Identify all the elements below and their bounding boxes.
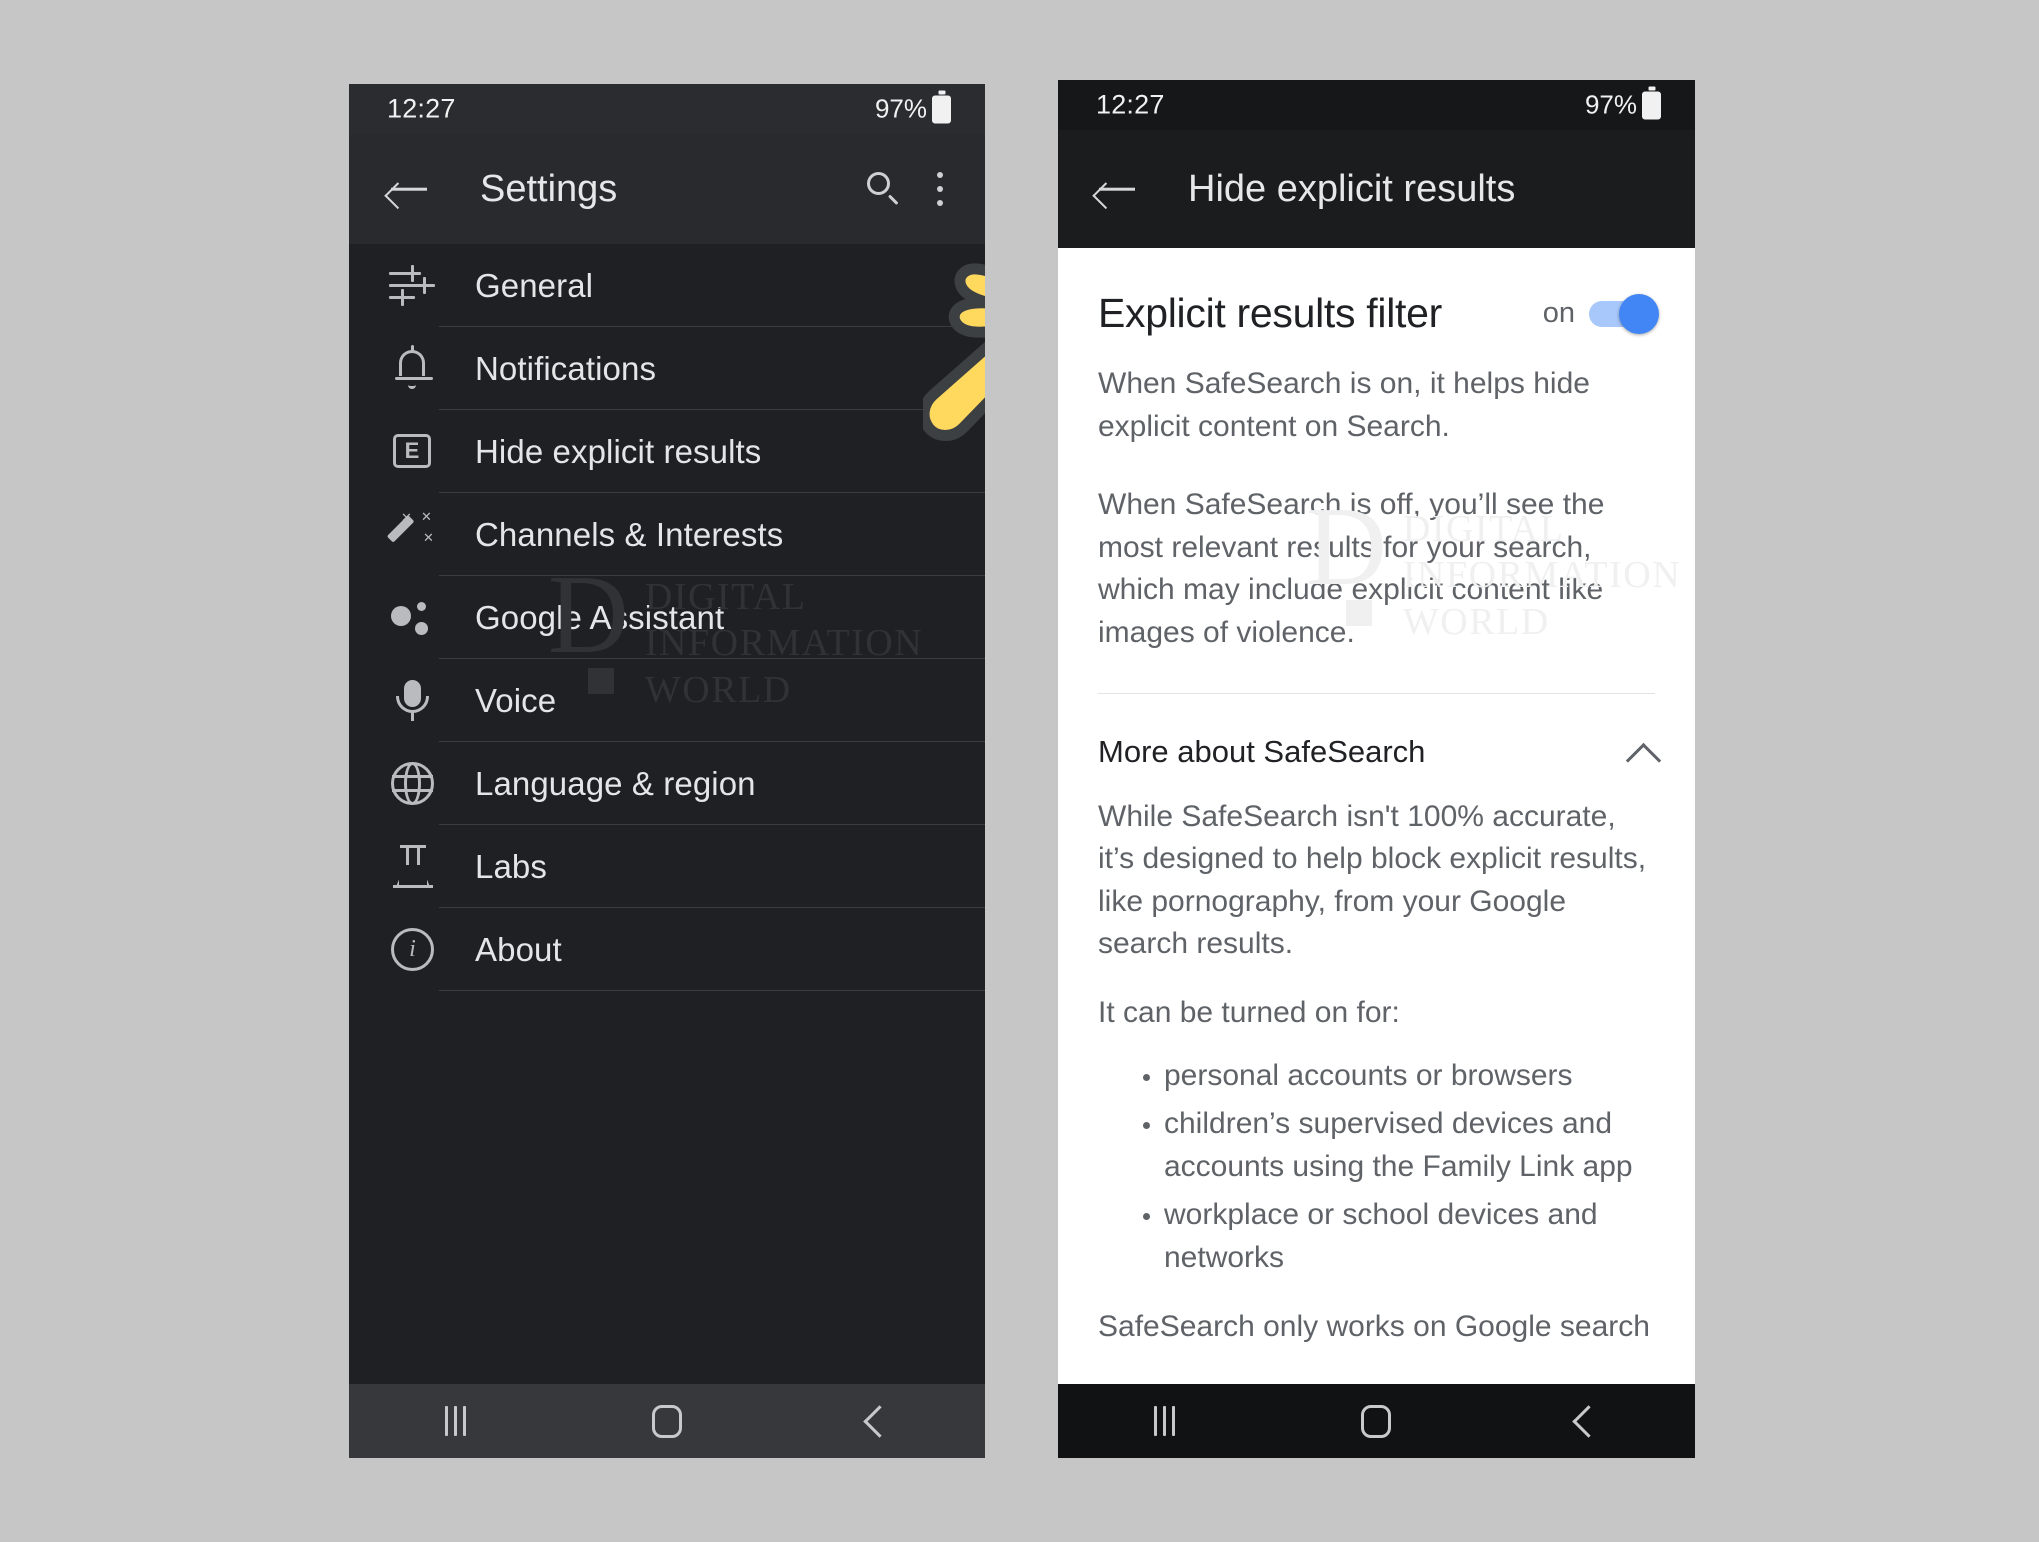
android-navigation-bar: [349, 1384, 985, 1458]
more-about-body: While SafeSearch isn't 100% accurate, it…: [1098, 799, 1647, 961]
phone-left-settings-screen: 12:27 97% Settings General Notifications…: [349, 84, 985, 1458]
list-intro: It can be turned on for:: [1098, 995, 1400, 1029]
settings-detail-content: Explicit results filter on When SafeSear…: [1058, 248, 1695, 1384]
sidebar-item-labs[interactable]: Labs: [349, 825, 985, 908]
sidebar-item-label: Voice: [475, 681, 557, 719]
globe-icon: [387, 758, 439, 810]
sidebar-item-label: Language & region: [475, 764, 756, 802]
recents-icon: [444, 1406, 466, 1436]
screenshot-stage: 12:27 97% Settings General Notifications…: [0, 0, 2039, 1542]
app-bar-actions: [867, 172, 945, 206]
android-navigation-bar: [1058, 1384, 1695, 1458]
status-right-cluster: 97%: [1585, 90, 1661, 121]
sidebar-item-hide-explicit-results[interactable]: E Hide explicit results: [349, 410, 985, 493]
sidebar-item-label: Google Assistant: [475, 598, 725, 636]
sidebar-item-google-assistant[interactable]: Google Assistant: [349, 576, 985, 659]
back-button[interactable]: [773, 1404, 985, 1438]
flask-icon: [387, 841, 439, 893]
battery-full-icon: [932, 95, 951, 123]
sidebar-item-label: Labs: [475, 847, 547, 885]
sidebar-item-label: Channels & Interests: [475, 515, 784, 553]
sidebar-item-about[interactable]: i About: [349, 908, 985, 991]
safesearch-usage-list: personal accounts or browsers children’s…: [1098, 1055, 1655, 1280]
app-bar: Settings: [349, 134, 985, 244]
explicit-results-filter-row: Explicit results filter on: [1098, 290, 1659, 337]
battery-percent: 97%: [1584, 89, 1637, 120]
recents-icon: [1153, 1406, 1175, 1436]
sidebar-item-label: Notifications: [475, 349, 657, 387]
search-icon[interactable]: [867, 172, 901, 206]
description-paragraph-2: When SafeSearch is off, you’ll see the m…: [1098, 488, 1605, 649]
sidebar-item-label: Hide explicit results: [475, 432, 762, 470]
more-vertical-icon[interactable]: [937, 172, 945, 206]
back-button[interactable]: [1483, 1404, 1695, 1438]
home-icon: [652, 1404, 682, 1438]
page-title: Hide explicit results: [1188, 167, 1516, 210]
page-title: Settings: [480, 167, 618, 210]
status-bar: 12:27 97%: [1058, 80, 1695, 130]
magic-wand-icon: ✕ ✕ ✕: [386, 509, 439, 561]
more-about-safesearch-title: More about SafeSearch: [1098, 733, 1426, 769]
chevron-up-icon[interactable]: [1629, 739, 1655, 765]
back-arrow-icon[interactable]: [386, 166, 432, 212]
explicit-e-icon: E: [387, 426, 439, 478]
back-icon: [1572, 1404, 1606, 1438]
section-divider: [1098, 692, 1655, 694]
toggle-knob: [1619, 293, 1659, 334]
home-icon: [1361, 1404, 1392, 1438]
filter-title: Explicit results filter: [1098, 290, 1442, 336]
truncated-trailing-line: SafeSearch only works on Google search: [1098, 1309, 1650, 1343]
recents-button[interactable]: [349, 1406, 561, 1436]
sidebar-item-general[interactable]: General: [349, 244, 985, 327]
app-bar: Hide explicit results: [1058, 130, 1695, 248]
sidebar-item-label: General: [475, 266, 594, 304]
filter-toggle-group[interactable]: on: [1542, 293, 1659, 334]
sidebar-item-voice[interactable]: Voice: [349, 659, 985, 742]
status-bar: 12:27 97%: [349, 84, 985, 134]
list-item: workplace or school devices and networks: [1164, 1194, 1655, 1279]
status-right-cluster: 97%: [875, 94, 951, 125]
back-arrow-icon[interactable]: [1094, 166, 1140, 212]
toggle-state-label: on: [1542, 297, 1575, 329]
tune-sliders-icon: [387, 260, 439, 312]
phone-right-hide-explicit-results-screen: 12:27 97% Hide explicit results Explicit…: [1058, 80, 1695, 1458]
recents-button[interactable]: [1058, 1406, 1270, 1436]
explicit-results-toggle[interactable]: [1589, 293, 1659, 334]
back-icon: [862, 1404, 896, 1438]
bell-icon: [387, 343, 439, 395]
status-time: 12:27: [1096, 89, 1165, 120]
sidebar-item-label: About: [475, 930, 562, 968]
sidebar-item-language-region[interactable]: Language & region: [349, 742, 985, 825]
status-time: 12:27: [387, 93, 456, 124]
microphone-icon: [387, 675, 439, 727]
info-circle-icon: i: [387, 924, 439, 976]
settings-list: General Notifications E Hide explicit re…: [349, 244, 985, 1384]
list-item: personal accounts or browsers: [1164, 1055, 1655, 1098]
description-paragraph-1: When SafeSearch is on, it helps hide exp…: [1098, 367, 1590, 443]
more-about-safesearch-header[interactable]: More about SafeSearch: [1098, 734, 1655, 770]
assistant-dots-icon: [387, 592, 439, 644]
pointing-hand-cursor: [923, 263, 985, 441]
row-divider: [439, 990, 985, 991]
list-item: children’s supervised devices and accoun…: [1164, 1103, 1655, 1188]
sidebar-item-channels-interests[interactable]: ✕ ✕ ✕ Channels & Interests: [349, 493, 985, 576]
home-button[interactable]: [561, 1404, 773, 1438]
sidebar-item-notifications[interactable]: Notifications: [349, 327, 985, 410]
battery-full-icon: [1642, 91, 1661, 119]
battery-percent: 97%: [874, 93, 927, 124]
home-button[interactable]: [1270, 1404, 1482, 1438]
